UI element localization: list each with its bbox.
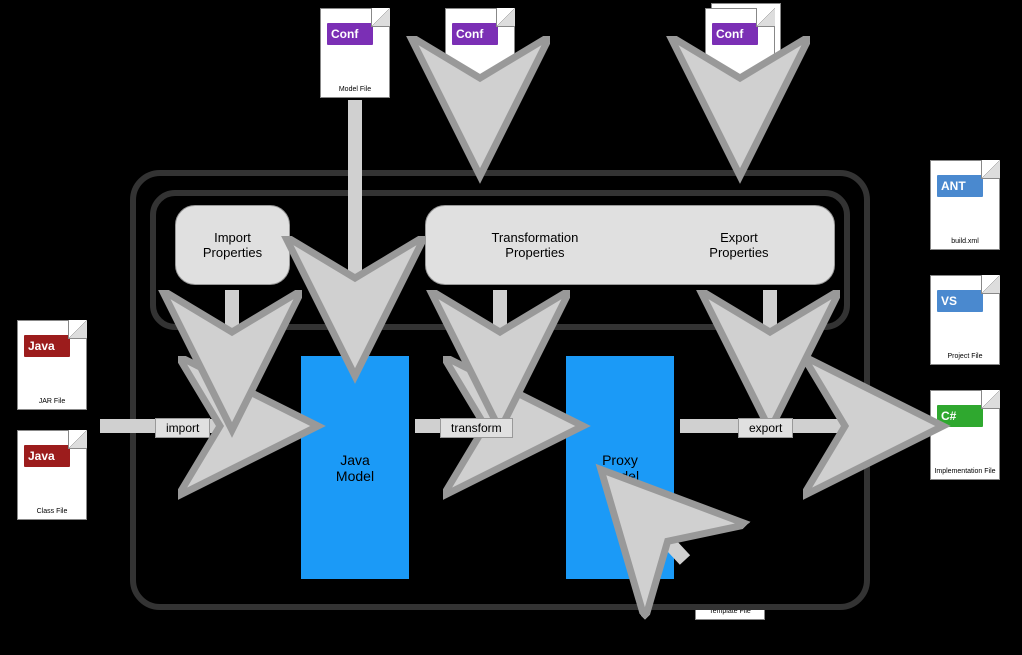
import-label: import	[155, 418, 210, 438]
arrows-layer	[0, 0, 1022, 655]
export-label: export	[738, 418, 793, 438]
transform-label: transform	[440, 418, 513, 438]
